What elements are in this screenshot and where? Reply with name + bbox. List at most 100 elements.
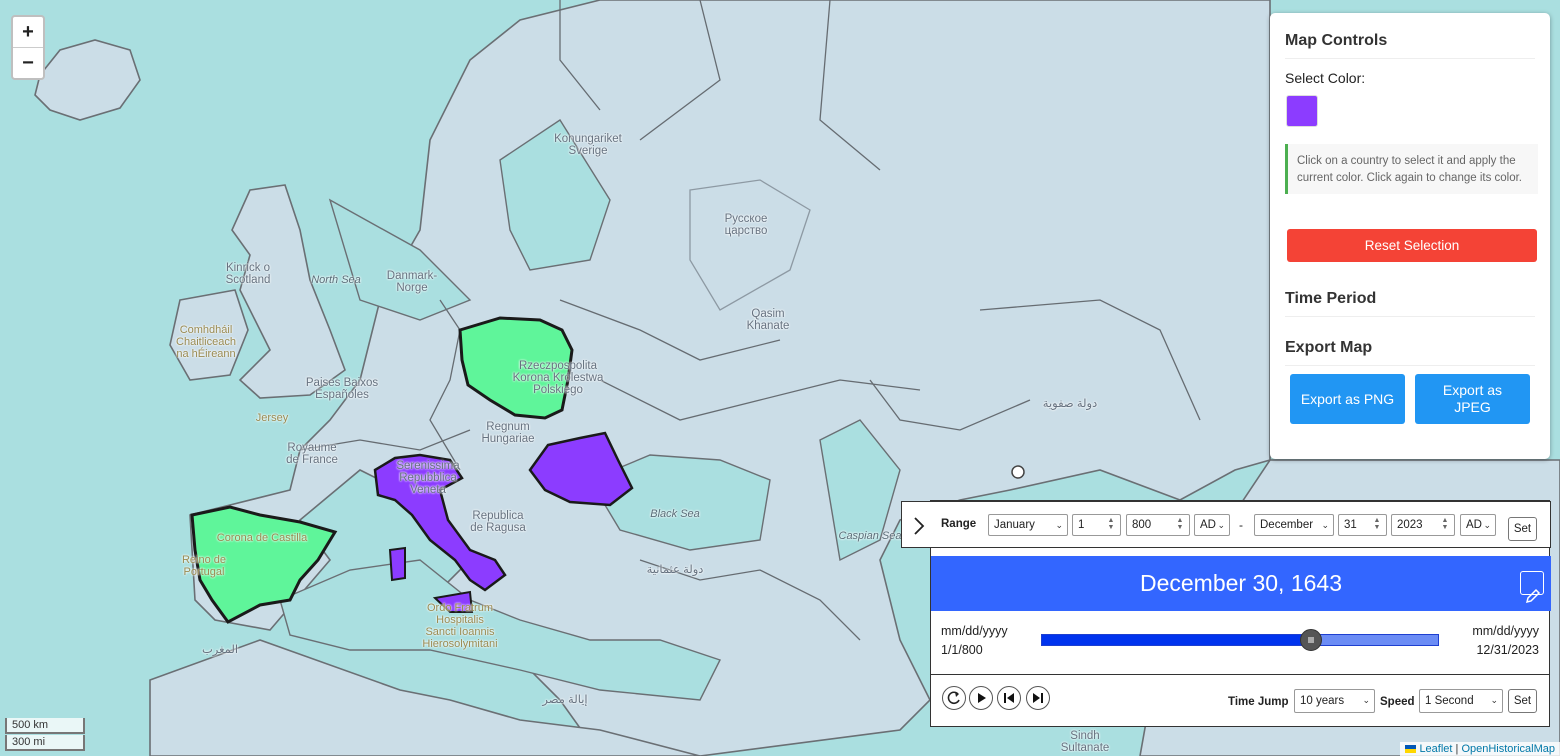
divider (931, 674, 1549, 675)
play-icon (978, 693, 986, 703)
time-jump-label: Time Jump (1228, 696, 1289, 708)
skip-start-button[interactable] (997, 686, 1021, 710)
speed-value: 1 Second (1425, 695, 1474, 707)
end-value: 12/31/2023 (1476, 643, 1539, 657)
range-bar: Range January ⌄ 1 ▲ ▼ 800 ▲ ▼ AD ⌄ - December ⌄… (901, 501, 1551, 548)
label-ragusa: Republica de Ragusa (470, 510, 526, 534)
time-slider-handle[interactable] (1299, 629, 1322, 651)
scale-mi: 300 mi (5, 735, 85, 751)
label-denmark: Danmark- Norge (386, 270, 438, 294)
reset-selection-button[interactable]: Reset Selection (1287, 229, 1537, 262)
chevron-down-icon: ⌄ (1362, 695, 1370, 705)
label-sweden: Konungariket Sverige (554, 133, 622, 157)
end-month-select[interactable]: December ⌄ (1254, 514, 1334, 536)
label-hospitallers: Ordo Fratrum Hospitalis Sancti Ioannis H… (422, 602, 498, 650)
ukraine-flag-icon (1405, 745, 1417, 754)
panel-title: Map Controls (1285, 32, 1535, 59)
label-ottoman: دولة عثمانية (646, 564, 704, 576)
export-png-button[interactable]: Export as PNG (1290, 374, 1405, 424)
label-france: Royaume de France (286, 442, 338, 466)
label-hungary: Regnum Hungariae (481, 421, 535, 445)
spinner-icon: ▲ ▼ (1441, 517, 1449, 531)
chevron-down-icon: ⌄ (1055, 520, 1063, 530)
skip-back-icon (1004, 693, 1014, 703)
start-day-value: 1 (1078, 519, 1085, 531)
color-picker-swatch[interactable] (1286, 95, 1318, 127)
export-jpeg-button[interactable]: Export as JPEG (1415, 374, 1530, 424)
label-portugal: Reino de Portugal (181, 554, 227, 578)
speed-select[interactable]: 1 Second ⌄ (1419, 689, 1503, 713)
end-stamp: mm/dd/yyyy 12/31/2023 (1472, 622, 1539, 660)
start-era-value: AD (1200, 519, 1216, 531)
label-castile: Corona de Castilla (216, 532, 308, 544)
label-black-sea: Black Sea (650, 508, 700, 520)
end-era-value: AD (1466, 519, 1482, 531)
label-north-sea: North Sea (311, 274, 361, 286)
loop-button[interactable] (942, 686, 966, 710)
scale-km: 500 km (5, 718, 85, 734)
time-period-title: Time Period (1285, 290, 1535, 317)
start-day-input[interactable]: 1 ▲ ▼ (1072, 514, 1121, 536)
attribution-sep: | (1455, 743, 1459, 755)
start-value: 1/1/800 (941, 643, 983, 657)
speed-set-button[interactable]: Set (1508, 689, 1537, 713)
chevron-down-icon: ⌄ (1217, 520, 1225, 530)
start-year-value: 800 (1132, 519, 1152, 531)
speed-label: Speed (1380, 696, 1415, 708)
pencil-icon[interactable] (1520, 571, 1544, 604)
current-date: December 30, 1643 (1139, 570, 1342, 596)
label-sindh: Sindh Sultanate (1060, 730, 1110, 754)
start-month-value: January (994, 519, 1035, 531)
ohm-link[interactable]: OpenHistoricalMap (1461, 743, 1555, 755)
end-month-value: December (1260, 519, 1314, 531)
label-safavid: دولة صفوية (1042, 398, 1098, 410)
end-day-value: 31 (1344, 519, 1357, 531)
skip-end-button[interactable] (1026, 686, 1050, 710)
label-scotland: Kinrick o Scotland (225, 262, 271, 286)
label-ireland: Comhdháil Chaitliceach na hÉireann (176, 324, 236, 360)
play-button[interactable] (969, 686, 993, 710)
chevron-down-icon: ⌄ (1321, 520, 1329, 530)
current-date-banner: December 30, 1643 (931, 556, 1551, 611)
label-russia: Русское царство (724, 213, 768, 237)
range-dash: - (1239, 518, 1243, 532)
spinner-icon: ▲ ▼ (1107, 517, 1115, 531)
chevron-down-icon: ⌄ (1483, 520, 1491, 530)
time-slider-fill (1042, 635, 1311, 645)
zoom-in-button[interactable]: + (13, 17, 43, 48)
spinner-icon: ▲ ▼ (1373, 517, 1381, 531)
land-britain (231, 184, 346, 399)
range-label: Range (941, 518, 977, 530)
start-era-select[interactable]: AD ⌄ (1194, 514, 1230, 536)
end-year-input[interactable]: 2023 ▲ ▼ (1391, 514, 1455, 536)
timeline-panel: Range January ⌄ 1 ▲ ▼ 800 ▲ ▼ AD ⌄ - December ⌄… (901, 500, 1551, 727)
start-year-input[interactable]: 800 ▲ ▼ (1126, 514, 1190, 536)
end-day-input[interactable]: 31 ▲ ▼ (1338, 514, 1387, 536)
label-qasim: Qasim Khanate (746, 308, 790, 332)
country-sardinia (388, 546, 406, 582)
label-caspian: Caspian Sea (838, 530, 902, 542)
time-slider-track[interactable] (1041, 634, 1439, 646)
label-jersey: Jersey (255, 412, 289, 424)
land-iceland (34, 39, 141, 121)
end-format: mm/dd/yyyy (1472, 624, 1539, 638)
label-poland: Rzeczpospolita Korona Królestwa Polskieg… (512, 360, 604, 396)
start-format: mm/dd/yyyy (941, 624, 1008, 638)
skip-forward-icon (1033, 693, 1043, 703)
start-month-select[interactable]: January ⌄ (988, 514, 1068, 536)
start-stamp: mm/dd/yyyy 1/1/800 (941, 622, 1008, 660)
zoom-control: + − (11, 15, 45, 80)
label-netherlands: Paises Baixos Españoles (305, 377, 379, 401)
range-set-button[interactable]: Set (1508, 517, 1537, 541)
time-jump-select[interactable]: 10 years ⌄ (1294, 689, 1375, 713)
chevron-right-icon[interactable] (912, 516, 926, 536)
end-era-select[interactable]: AD ⌄ (1460, 514, 1496, 536)
label-morocco: المغرب (201, 644, 239, 656)
leaflet-link[interactable]: Leaflet (1419, 743, 1452, 755)
map-controls-panel: Map Controls Select Color: Click on a co… (1270, 13, 1550, 459)
info-box: Click on a country to select it and appl… (1285, 144, 1538, 194)
zoom-out-button[interactable]: − (13, 48, 43, 78)
attribution: Leaflet | OpenHistoricalMap (1400, 742, 1560, 756)
chevron-down-icon: ⌄ (1490, 695, 1498, 705)
label-venice: Serenissima Repubblica Veneta (396, 460, 460, 496)
